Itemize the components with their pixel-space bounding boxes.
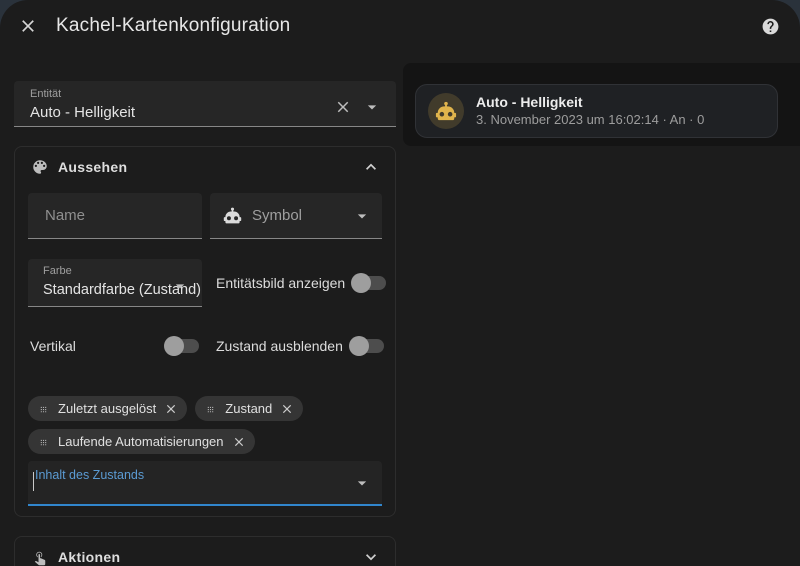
drag-handle-icon[interactable]	[37, 402, 50, 415]
entity-picker-value: Auto - Helligkeit	[30, 103, 334, 123]
chip-label: Zustand	[225, 401, 272, 416]
tile-card-subtitle: 3. November 2023 um 16:02:14 · An · 0	[476, 112, 704, 128]
tile-card-title: Auto - Helligkeit	[476, 94, 704, 111]
text-caret	[33, 472, 34, 491]
close-button[interactable]	[14, 12, 42, 40]
show-entity-picture-label: Entitätsbild anzeigen	[216, 275, 345, 291]
color-picker-value: Standardfarbe (Zustand)	[43, 280, 170, 300]
entity-picker[interactable]: Entität Auto - Helligkeit	[14, 81, 396, 127]
symbol-picker[interactable]: Symbol	[210, 193, 382, 239]
name-field[interactable]	[28, 193, 202, 239]
state-content-input-label: Inhalt des Zustands	[35, 468, 144, 482]
chip-running-automations[interactable]: Laufende Automatisierungen	[28, 429, 255, 454]
appearance-panel: Aussehen Symbol	[14, 146, 396, 517]
preview-column: Auto - Helligkeit 3. November 2023 um 16…	[403, 52, 800, 146]
chip-state[interactable]: Zustand	[195, 396, 303, 421]
chevron-down-icon	[361, 547, 381, 566]
symbol-dropdown-caret-icon[interactable]	[352, 206, 372, 226]
tile-card-config-dialog: Kachel-Kartenkonfiguration Entität Auto …	[0, 0, 800, 566]
hide-state-toggle[interactable]	[351, 339, 384, 353]
actions-panel-title: Aktionen	[58, 549, 361, 565]
tile-card-preview[interactable]: Auto - Helligkeit 3. November 2023 um 16…	[415, 84, 778, 138]
color-dropdown-caret-icon[interactable]	[170, 276, 190, 296]
symbol-picker-label: Symbol	[252, 207, 342, 224]
actions-panel-header[interactable]: Aktionen	[15, 537, 395, 566]
show-entity-picture-toggle[interactable]	[353, 276, 386, 290]
drag-handle-icon[interactable]	[204, 402, 217, 415]
entity-picker-label: Entität	[30, 88, 334, 101]
color-picker-label: Farbe	[43, 265, 170, 278]
entity-dropdown-caret-icon[interactable]	[362, 97, 382, 117]
name-input[interactable]	[43, 206, 190, 225]
chip-last-triggered[interactable]: Zuletzt ausgelöst	[28, 396, 187, 421]
state-content-chips: Zuletzt ausgelöst Zustand Laufende Autom…	[28, 396, 358, 454]
appearance-panel-title: Aussehen	[58, 159, 361, 175]
gesture-tap-icon	[31, 548, 49, 566]
color-picker[interactable]: Farbe Standardfarbe (Zustand)	[28, 259, 202, 307]
vertical-label: Vertikal	[30, 338, 76, 354]
help-button[interactable]	[756, 12, 784, 40]
dialog-content: Entität Auto - Helligkeit Aussehen	[0, 52, 800, 566]
chip-remove-icon[interactable]	[280, 402, 294, 416]
tile-icon-badge[interactable]	[428, 93, 464, 129]
state-content-input[interactable]: Inhalt des Zustands	[28, 461, 382, 506]
chip-label: Zuletzt ausgelöst	[58, 401, 156, 416]
actions-panel: Aktionen	[14, 536, 396, 566]
appearance-panel-header[interactable]: Aussehen	[15, 147, 395, 187]
chip-label: Laufende Automatisierungen	[58, 434, 224, 449]
appearance-panel-body: Symbol Farbe Standardfarbe (Zustand)	[15, 193, 395, 516]
help-circle-icon	[761, 17, 780, 36]
robot-icon	[435, 100, 457, 122]
vertical-toggle[interactable]	[166, 339, 199, 353]
hide-state-label: Zustand ausblenden	[216, 338, 343, 354]
chip-remove-icon[interactable]	[164, 402, 178, 416]
robot-icon	[223, 206, 242, 225]
dialog-title: Kachel-Kartenkonfiguration	[56, 15, 756, 37]
state-content-dropdown-caret-icon[interactable]	[352, 473, 372, 493]
entity-clear-icon[interactable]	[334, 98, 352, 116]
card-preview-area: Auto - Helligkeit 3. November 2023 um 16…	[403, 63, 800, 146]
chevron-up-icon	[361, 157, 381, 177]
editor-column: Entität Auto - Helligkeit Aussehen	[14, 52, 396, 566]
palette-icon	[31, 158, 49, 176]
drag-handle-icon[interactable]	[37, 435, 50, 448]
chip-remove-icon[interactable]	[232, 435, 246, 449]
close-icon	[18, 16, 38, 36]
dialog-header: Kachel-Kartenkonfiguration	[0, 0, 800, 52]
